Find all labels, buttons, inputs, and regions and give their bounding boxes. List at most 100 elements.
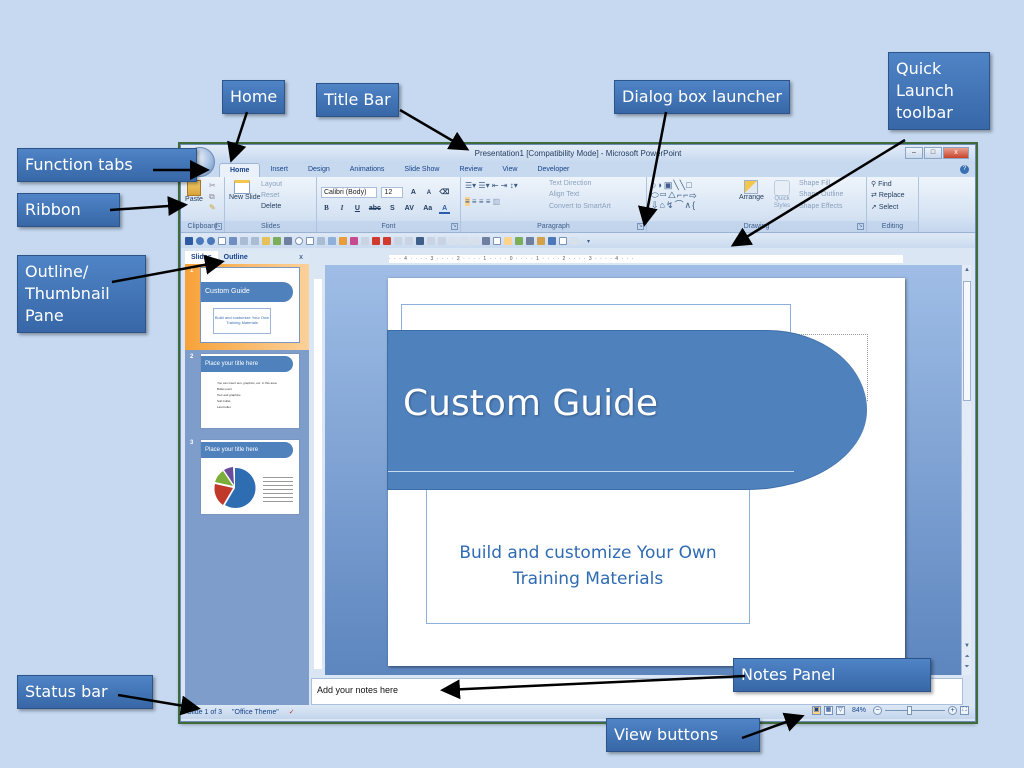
zoom-slider-knob[interactable] bbox=[906, 706, 912, 715]
grid-icon[interactable] bbox=[570, 237, 578, 245]
table-icon[interactable] bbox=[317, 237, 325, 245]
shape-fill-button[interactable]: Shape Fill bbox=[799, 180, 830, 187]
select-button[interactable]: ➚ Select bbox=[871, 203, 898, 211]
list2-icon[interactable] bbox=[471, 237, 479, 245]
slide-show-view-button[interactable]: ▽ bbox=[835, 706, 845, 715]
font-dialog-launcher[interactable]: ↘ bbox=[451, 223, 458, 230]
cut-icon[interactable]: ✂ bbox=[209, 181, 216, 190]
thumbnail-row[interactable]: 3 Place your title here bbox=[185, 436, 309, 522]
convert-smartart-button[interactable]: Convert to SmartArt bbox=[549, 203, 611, 210]
scroll-down-icon[interactable]: ▼ bbox=[962, 643, 972, 649]
copy-icon[interactable]: ⧉ bbox=[209, 192, 215, 202]
current-slide[interactable]: Custom Guide Build and customize Your Ow… bbox=[387, 278, 905, 666]
bullets-icon[interactable]: ☰▾ bbox=[465, 181, 476, 190]
slide-thumbnail[interactable]: Custom Guide Build and customize Your Ow… bbox=[200, 267, 300, 343]
slide-sorter-view-button[interactable]: ▦ bbox=[823, 706, 833, 715]
hyperlink-icon[interactable] bbox=[548, 237, 556, 245]
photo-icon[interactable] bbox=[350, 237, 358, 245]
edit-icon[interactable] bbox=[427, 237, 435, 245]
redo-icon[interactable] bbox=[207, 237, 215, 245]
shapes-gallery[interactable]: ○◗▣╲╲□ ⬭▭△⌐⌐⇨ ⇩⌂↯⌒∧{ bbox=[651, 180, 731, 210]
grow-font-button[interactable]: A bbox=[408, 189, 419, 196]
align-right-icon[interactable]: ≡ bbox=[479, 197, 484, 206]
tab-review[interactable]: Review bbox=[449, 163, 492, 177]
preview-icon[interactable] bbox=[515, 237, 523, 245]
tab-developer[interactable]: Developer bbox=[527, 163, 579, 177]
clipboard-dialog-launcher[interactable]: ↘ bbox=[215, 223, 222, 230]
fit-to-window-button[interactable]: ⛶ bbox=[960, 706, 969, 715]
decrease-indent-icon[interactable]: ⇤ bbox=[492, 181, 499, 190]
help-icon[interactable]: ? bbox=[960, 165, 969, 174]
slide-title[interactable]: Custom Guide bbox=[403, 383, 658, 424]
textbox-icon[interactable] bbox=[251, 237, 259, 245]
clipart-icon[interactable] bbox=[273, 237, 281, 245]
tab-slide-show[interactable]: Slide Show bbox=[394, 163, 449, 177]
change-case-button[interactable]: Aa bbox=[421, 205, 435, 212]
quick-styles-button[interactable]: Quick Styles bbox=[771, 180, 793, 210]
radio-icon[interactable] bbox=[295, 237, 303, 245]
save-icon[interactable] bbox=[185, 237, 193, 245]
char-spacing-button[interactable]: AV bbox=[402, 205, 416, 212]
underline-icon[interactable] bbox=[438, 237, 446, 245]
slide-subtitle[interactable]: Build and customize Your Own Training Ma… bbox=[426, 540, 750, 592]
normal-view-button[interactable]: ▣ bbox=[811, 706, 821, 715]
align-center-icon[interactable]: ≡ bbox=[472, 197, 477, 206]
bold-button[interactable]: B bbox=[321, 204, 332, 212]
columns-icon[interactable]: ▥ bbox=[493, 197, 501, 206]
maximize-button[interactable]: □ bbox=[924, 147, 942, 159]
zoom-in-button[interactable]: + bbox=[948, 706, 957, 715]
strikethrough-button[interactable]: abc bbox=[367, 205, 382, 212]
select-pointer-icon[interactable] bbox=[504, 237, 512, 245]
font-color-button[interactable]: A bbox=[439, 205, 451, 214]
italic-button[interactable]: I bbox=[336, 204, 347, 212]
spelling-check-icon[interactable]: ✓ bbox=[289, 708, 295, 716]
clear-formatting-icon[interactable]: ⌫ bbox=[439, 188, 450, 196]
next-slide-icon[interactable]: ⏷ bbox=[962, 664, 972, 671]
align-left-icon[interactable]: ≡ bbox=[465, 197, 470, 206]
vertical-scrollbar[interactable]: ▲ ▼ ⏶ ⏷ bbox=[961, 265, 971, 675]
pane-close-icon[interactable]: x bbox=[299, 251, 303, 264]
new-slide-button[interactable]: New Slide bbox=[229, 180, 261, 201]
undo-icon[interactable] bbox=[196, 237, 204, 245]
pointer-icon[interactable] bbox=[493, 237, 501, 245]
line-icon[interactable] bbox=[240, 237, 248, 245]
paste-button[interactable]: Paste bbox=[185, 180, 203, 203]
shadow-button[interactable]: S bbox=[387, 205, 398, 212]
increase-indent-icon[interactable]: ⇥ bbox=[501, 181, 508, 190]
print-icon[interactable] bbox=[526, 237, 534, 245]
slide-thumbnail[interactable]: Place your title here You can insert tex… bbox=[200, 353, 300, 429]
list-icon[interactable] bbox=[460, 237, 468, 245]
previous-slide-icon[interactable]: ⏶ bbox=[962, 654, 972, 661]
reset-button[interactable]: Reset bbox=[261, 192, 279, 199]
shape-outline-button[interactable]: Shape Outline bbox=[799, 191, 843, 198]
replace-button[interactable]: ⇄ Replace bbox=[871, 191, 905, 199]
text-direction-button[interactable]: Text Direction bbox=[549, 180, 591, 187]
pencil-icon[interactable] bbox=[482, 237, 490, 245]
minimize-button[interactable]: – bbox=[905, 147, 923, 159]
paragraph-dialog-launcher[interactable]: ↘ bbox=[637, 223, 644, 230]
tab-slides[interactable]: Slides bbox=[185, 251, 218, 264]
arrange-button[interactable]: Arrange bbox=[739, 180, 764, 201]
layout-button[interactable]: Layout bbox=[261, 181, 282, 188]
tab-outline[interactable]: Outline bbox=[218, 251, 254, 264]
frame-icon[interactable] bbox=[559, 237, 567, 245]
slide-thumbnail[interactable]: Place your title here bbox=[200, 439, 300, 515]
tab-view[interactable]: View bbox=[492, 163, 527, 177]
tab-home[interactable]: Home bbox=[219, 163, 261, 177]
scroll-thumb[interactable] bbox=[963, 281, 971, 401]
tab-design[interactable]: Design bbox=[298, 163, 340, 177]
zoom-slider[interactable] bbox=[885, 706, 945, 715]
shape-effects-button[interactable]: Shape Effects bbox=[799, 203, 842, 210]
spinner-icon[interactable] bbox=[284, 237, 292, 245]
underline-button[interactable]: U bbox=[352, 205, 363, 212]
brush-icon[interactable] bbox=[394, 237, 402, 245]
close-button[interactable]: x bbox=[943, 147, 969, 159]
screen-icon[interactable] bbox=[328, 237, 336, 245]
slide-icon[interactable] bbox=[229, 237, 237, 245]
lines-icon[interactable] bbox=[416, 237, 424, 245]
scroll-up-icon[interactable]: ▲ bbox=[962, 267, 972, 273]
tab-insert[interactable]: Insert bbox=[260, 163, 298, 177]
checkbox-icon[interactable] bbox=[218, 237, 226, 245]
align-text-button[interactable]: Align Text bbox=[549, 191, 579, 198]
find-button[interactable]: ⚲ Find bbox=[871, 180, 892, 188]
